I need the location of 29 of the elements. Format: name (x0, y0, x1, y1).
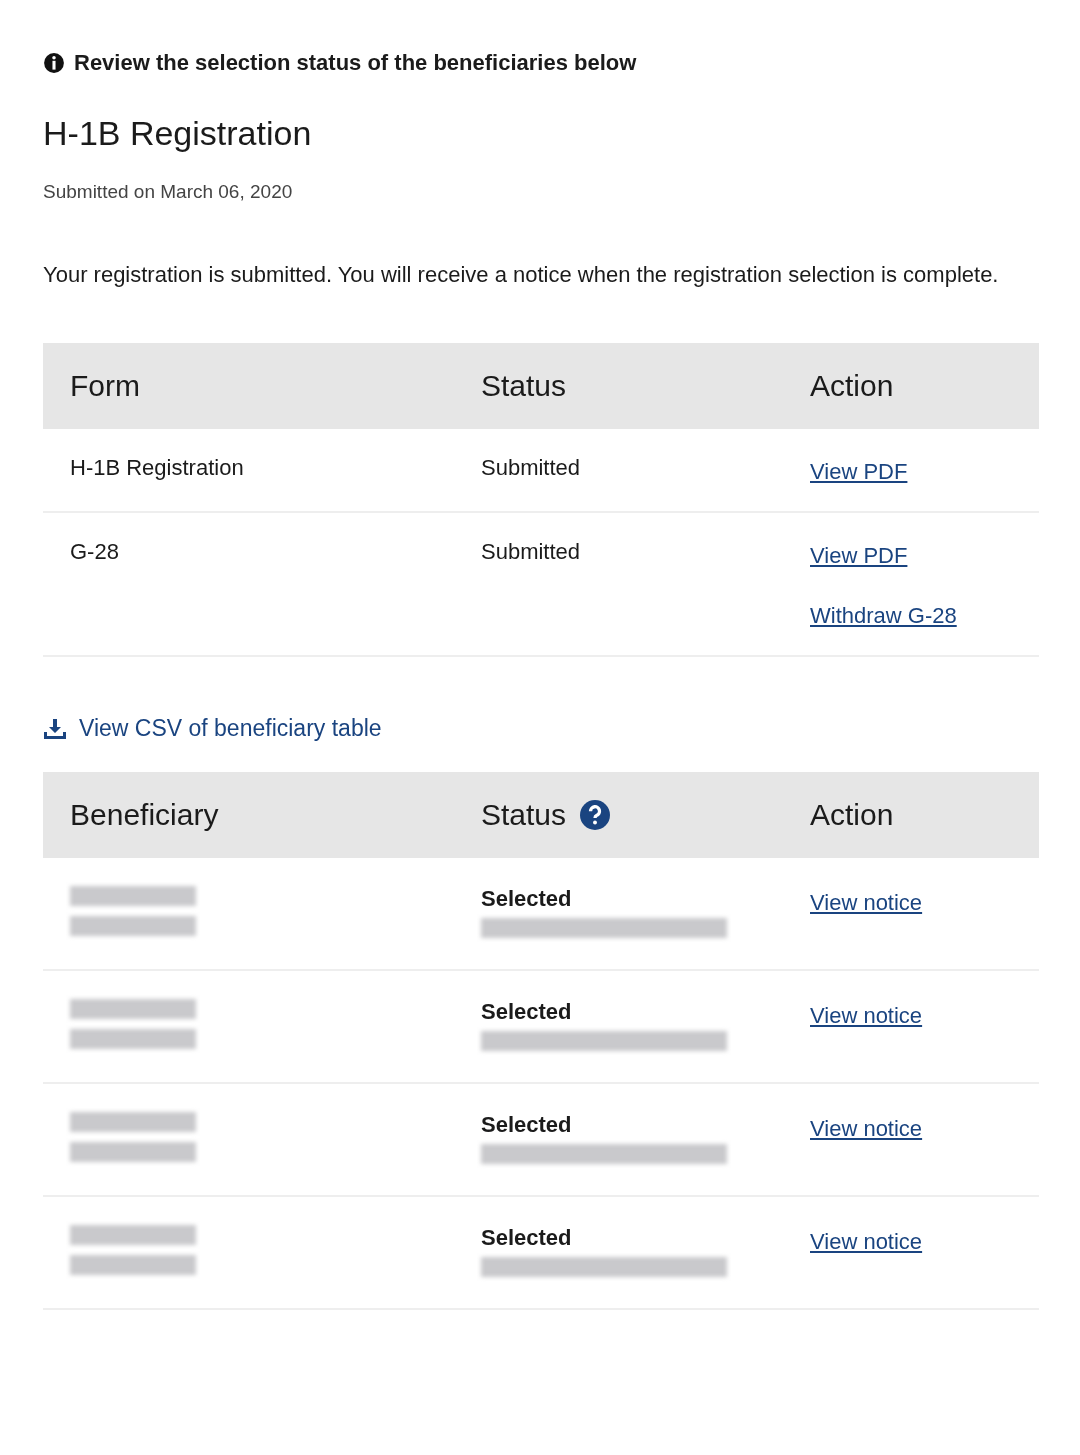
status-text: Selected (481, 1225, 572, 1251)
submitted-date: Submitted on March 06, 2020 (43, 181, 294, 203)
action-link[interactable]: View notice (810, 890, 923, 915)
column-header: Status (481, 369, 567, 402)
action-link[interactable]: View PDF (810, 459, 908, 485)
download-icon (43, 717, 67, 740)
page-title: H-1B Registration (43, 114, 313, 153)
table-cell: Submitted (481, 539, 581, 564)
action-link[interactable]: View notice (810, 1116, 923, 1141)
column-header: Action (810, 369, 894, 402)
column-header: Beneficiary (70, 798, 219, 832)
alert-text: Review the selection status of the beneficiaries below (74, 50, 637, 76)
table-cell: G-28 (70, 539, 119, 564)
info-icon (43, 52, 65, 74)
column-header: Form (70, 369, 140, 402)
status-text: Selected (481, 999, 572, 1025)
action-link[interactable]: View PDF (810, 543, 908, 569)
help-icon[interactable] (580, 800, 611, 830)
csv-link[interactable]: View CSV of beneficiary table (79, 715, 382, 742)
column-header: Action (810, 798, 894, 832)
column-header: Status (481, 798, 567, 832)
action-link[interactable]: View notice (810, 1229, 923, 1254)
table-cell: H-1B Registration (70, 455, 244, 480)
status-text: Selected (481, 1112, 572, 1138)
action-link[interactable]: View notice (810, 1003, 923, 1028)
action-link[interactable]: Withdraw G-28 (810, 603, 957, 629)
table-cell: Submitted (481, 455, 581, 480)
status-text: Selected (481, 886, 572, 912)
status-message: Your registration is submitted. You will receive a notice when the registration selection is complete. (43, 261, 1000, 289)
